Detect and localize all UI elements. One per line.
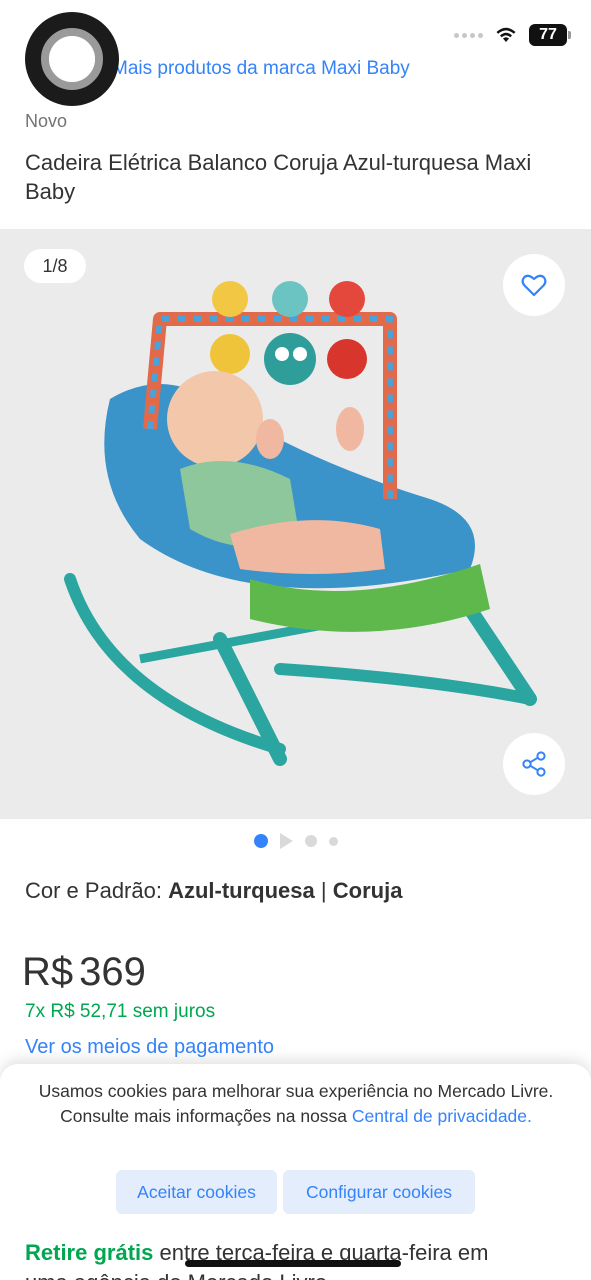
variation-pattern: Coruja — [332, 878, 403, 903]
pagination-dot-active[interactable] — [253, 834, 268, 848]
heart-icon — [521, 274, 547, 297]
price: R$ 369 — [22, 950, 146, 995]
battery-indicator: 77 — [529, 24, 571, 46]
variation-label: Cor e Padrão: — [25, 878, 162, 903]
pagination-dot[interactable] — [328, 836, 338, 846]
video-play-icon[interactable] — [279, 833, 293, 849]
home-indicator — [185, 1260, 401, 1267]
product-gallery[interactable]: 1/8 — [0, 229, 591, 819]
cookie-message: Usamos cookies para melhorar sua experiê… — [36, 1079, 556, 1129]
wifi-icon — [496, 27, 516, 42]
payment-methods-link[interactable]: Ver os meios de pagamento — [25, 1036, 274, 1059]
image-counter: 1/8 — [24, 249, 86, 283]
installments-info: 7x R$ 52,71 sem juros — [25, 1001, 216, 1022]
privacy-center-link[interactable]: Central de privacidade. — [352, 1106, 532, 1126]
variation-separator: | — [320, 878, 327, 903]
accept-cookies-button[interactable]: Aceitar cookies — [116, 1170, 277, 1214]
variation-color: Azul-turquesa — [168, 878, 315, 903]
status-icons: 77 — [454, 24, 571, 46]
share-button[interactable] — [503, 733, 565, 795]
variation-info: Cor e Padrão: Azul-turquesa | Coruja — [25, 878, 402, 904]
price-amount: 369 — [79, 950, 146, 994]
free-pickup-label: Retire grátis — [25, 1240, 154, 1265]
brand-products-link[interactable]: Mais produtos da marca Maxi Baby — [112, 58, 410, 80]
product-image[interactable] — [50, 279, 550, 779]
condition-label: Novo — [25, 111, 68, 131]
configure-cookies-button[interactable]: Configurar cookies — [283, 1170, 475, 1214]
product-title: Cadeira Elétrica Balanco Coruja Azul-tur… — [25, 150, 532, 204]
price-currency: R$ — [22, 950, 74, 994]
gallery-pagination — [0, 832, 591, 850]
cookie-banner: Usamos cookies para melhorar sua experiê… — [0, 1064, 591, 1280]
signal-icon — [454, 32, 483, 38]
share-icon — [522, 751, 546, 777]
pickup-location: uma agência do Mercado Livre — [25, 1270, 327, 1280]
pagination-dot[interactable] — [304, 835, 317, 847]
avatar — [25, 12, 119, 106]
favorite-button[interactable] — [503, 254, 565, 316]
